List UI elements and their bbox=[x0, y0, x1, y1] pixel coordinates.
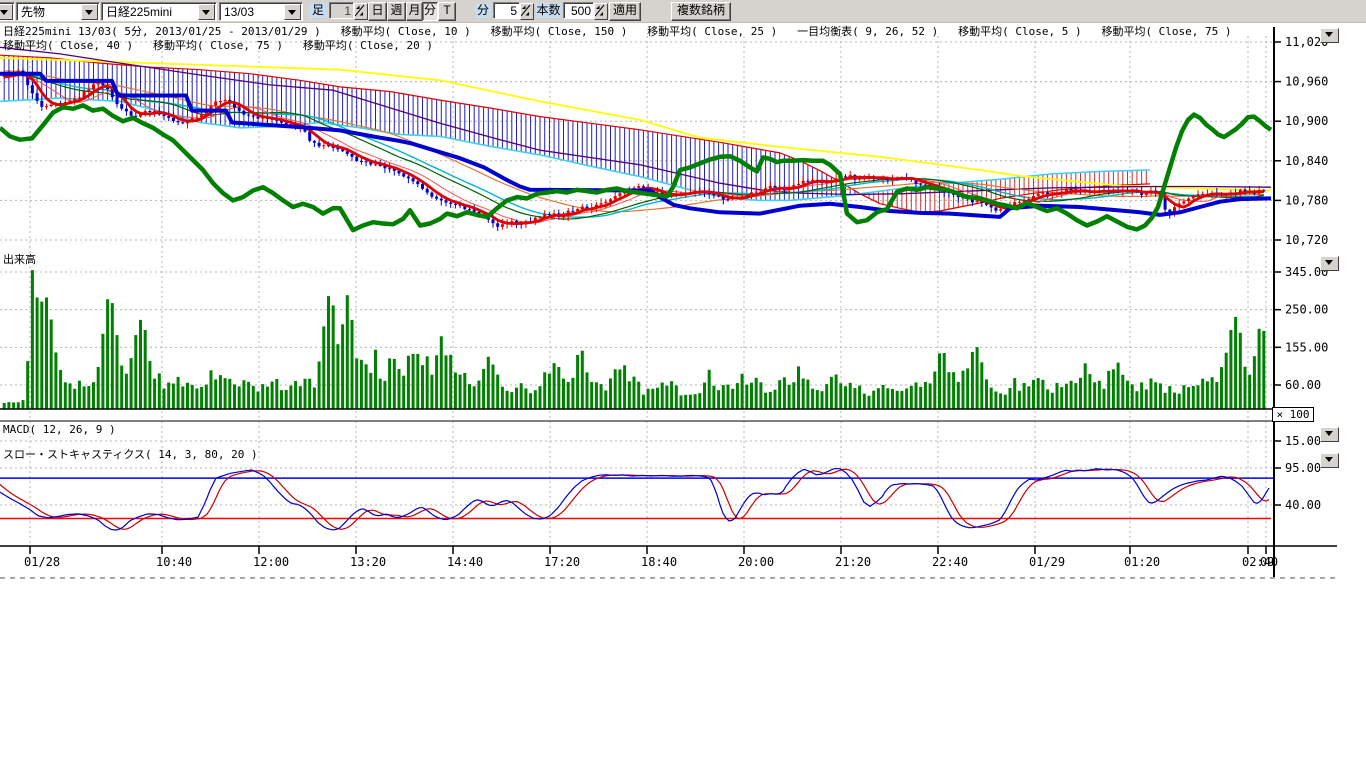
macd-axis-label: 15.00 bbox=[1285, 434, 1321, 448]
price-axis-label: 10,720 bbox=[1285, 233, 1328, 247]
volume-axis-label: 250.00 bbox=[1285, 303, 1328, 317]
symbol-combo-value: 日経225mini bbox=[106, 4, 172, 20]
multi-symbol-button[interactable]: 複数銘柄 bbox=[671, 2, 731, 21]
chevron-down-icon[interactable] bbox=[198, 4, 215, 20]
spinner-updown-icon[interactable] bbox=[354, 3, 368, 20]
macd-scale-dropdown-button[interactable] bbox=[1320, 427, 1339, 442]
minute-button[interactable]: 分 bbox=[422, 2, 438, 21]
chevron-down-icon bbox=[1325, 431, 1333, 440]
app-window: 11,02010,96010,90010,84010,78010,720345.… bbox=[0, 0, 1366, 768]
stoch-axis-label: 40.00 bbox=[1285, 498, 1321, 512]
time-axis-label: 18:40 bbox=[641, 555, 677, 569]
volume-pane-label: 出来高 bbox=[3, 251, 36, 267]
volume-axis-label: 60.00 bbox=[1285, 378, 1321, 392]
volume-multiplier-badge: × 100 bbox=[1272, 407, 1314, 422]
time-axis-label: 20:00 bbox=[738, 555, 774, 569]
time-axis-label: 01:20 bbox=[1124, 555, 1160, 569]
bar-count-spinner[interactable]: 500 bbox=[563, 2, 594, 19]
time-axis-label: 01/29 bbox=[1029, 555, 1065, 569]
spinner-updown-icon[interactable] bbox=[520, 3, 534, 20]
monthly-button[interactable]: 月 bbox=[406, 2, 423, 21]
main-scale-dropdown-button[interactable] bbox=[1320, 28, 1339, 43]
bar-interval-spinner[interactable]: 1 bbox=[329, 2, 354, 19]
time-axis-label: 12:00 bbox=[253, 555, 289, 569]
contract-month-value: 13/03 bbox=[224, 4, 254, 20]
chevron-down-icon bbox=[1325, 457, 1333, 466]
time-axis-label: 22:40 bbox=[932, 555, 968, 569]
time-axis-label: 09 bbox=[1260, 555, 1274, 569]
time-axis-label: 14:40 bbox=[447, 555, 483, 569]
price-axis-label: 10,900 bbox=[1285, 114, 1328, 128]
spinner-updown-icon[interactable] bbox=[594, 3, 608, 20]
chart-canvas[interactable]: 11,02010,96010,90010,84010,78010,720345.… bbox=[0, 0, 1366, 768]
symbol-combo[interactable]: 日経225mini bbox=[101, 2, 217, 21]
category-combo[interactable]: 先物 bbox=[16, 2, 100, 21]
time-axis-label: 01/28 bbox=[24, 555, 60, 569]
macd-pane-label: MACD( 12, 26, 9 ) bbox=[3, 423, 116, 436]
time-axis-label: 17:20 bbox=[544, 555, 580, 569]
daily-button[interactable]: 日 bbox=[368, 2, 387, 21]
chevron-down-icon[interactable] bbox=[284, 4, 301, 20]
price-axis-label: 10,780 bbox=[1285, 193, 1328, 207]
time-axis-label: 10:40 bbox=[156, 555, 192, 569]
stoch-axis-label: 95.00 bbox=[1285, 461, 1321, 475]
chevron-down-icon bbox=[1325, 260, 1333, 269]
symbol-combo-partial[interactable] bbox=[0, 2, 15, 21]
apply-button[interactable]: 適用 bbox=[609, 2, 641, 21]
price-axis-label: 10,840 bbox=[1285, 154, 1328, 168]
contract-month-combo[interactable]: 13/03 bbox=[219, 2, 303, 21]
minute-value-spinner[interactable]: 5 bbox=[493, 2, 520, 19]
tick-button[interactable]: T bbox=[438, 2, 456, 21]
price-axis-label: 10,960 bbox=[1285, 75, 1328, 89]
weekly-button[interactable]: 週 bbox=[387, 2, 406, 21]
indicator-header-line2: 移動平均( Close, 40 ) 移動平均( Close, 75 ) 移動平均… bbox=[3, 37, 433, 53]
volume-scale-dropdown-button[interactable] bbox=[1320, 256, 1339, 271]
stoch-scale-dropdown-button[interactable] bbox=[1320, 453, 1339, 468]
bar-type-label: 足 bbox=[309, 3, 327, 18]
bar-count-label: 本数 bbox=[536, 3, 561, 18]
chevron-down-icon bbox=[1325, 32, 1333, 41]
time-axis-label: 21:20 bbox=[835, 555, 871, 569]
chevron-down-icon[interactable] bbox=[81, 4, 98, 20]
time-axis-label: 13:20 bbox=[350, 555, 386, 569]
volume-axis-label: 155.00 bbox=[1285, 340, 1328, 354]
category-combo-value: 先物 bbox=[21, 4, 45, 20]
minute-label: 分 bbox=[475, 3, 491, 18]
toolbar: 先物 日経225mini 13/03 足 1 日 週 月 分 T 分 5 本数 … bbox=[0, 0, 1366, 23]
chevron-down-icon[interactable] bbox=[0, 4, 13, 20]
stoch-pane-label: スロー・ストキャスティクス( 14, 3, 80, 20 ) bbox=[3, 446, 258, 462]
